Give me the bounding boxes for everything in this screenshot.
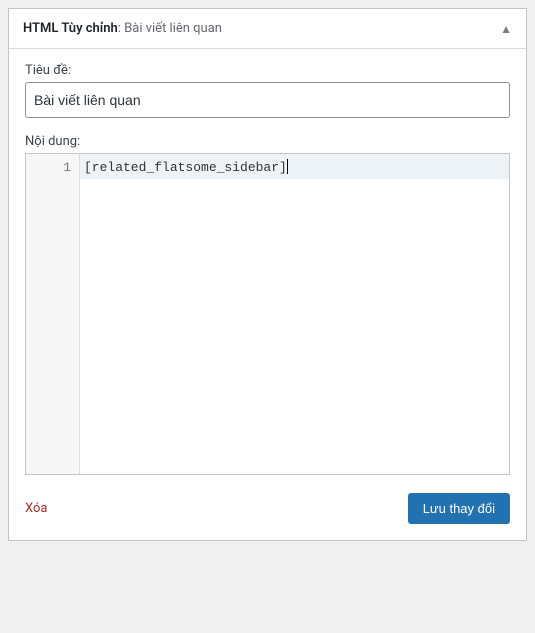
widget-subtitle-text: Bài viết liên quan (124, 21, 222, 36)
save-button[interactable]: Lưu thay đổi (408, 493, 510, 524)
editor-content[interactable]: [related_flatsome_sidebar] (80, 154, 509, 474)
widget-footer: Xóa Lưu thay đổi (25, 493, 510, 524)
widget-header[interactable]: HTML Tùy chỉnh: Bài viết liên quan ▲ (9, 9, 526, 49)
widget-title: HTML Tùy chỉnh (23, 21, 118, 36)
widget-subtitle: : Bài viết liên quan (118, 21, 222, 36)
widget-body: Tiêu đề: Nội dung: 1 [related_flatsome_s… (9, 49, 526, 540)
chevron-up-icon[interactable]: ▲ (500, 22, 512, 36)
editor-line-text: [related_flatsome_sidebar] (84, 160, 287, 175)
widget-title-wrap: HTML Tùy chỉnh: Bài viết liên quan (23, 21, 222, 36)
line-number: 1 (26, 158, 71, 179)
editor-line: [related_flatsome_sidebar] (80, 154, 509, 179)
code-editor[interactable]: 1 [related_flatsome_sidebar] (25, 153, 510, 475)
text-cursor (287, 159, 288, 174)
title-input[interactable] (25, 82, 510, 118)
title-label: Tiêu đề: (25, 63, 510, 78)
widget-panel: HTML Tùy chỉnh: Bài viết liên quan ▲ Tiê… (8, 8, 527, 541)
delete-link[interactable]: Xóa (25, 501, 48, 516)
content-label: Nội dung: (25, 134, 510, 149)
editor-gutter: 1 (26, 154, 80, 474)
content-section: Nội dung: 1 [related_flatsome_sidebar] (25, 134, 510, 475)
